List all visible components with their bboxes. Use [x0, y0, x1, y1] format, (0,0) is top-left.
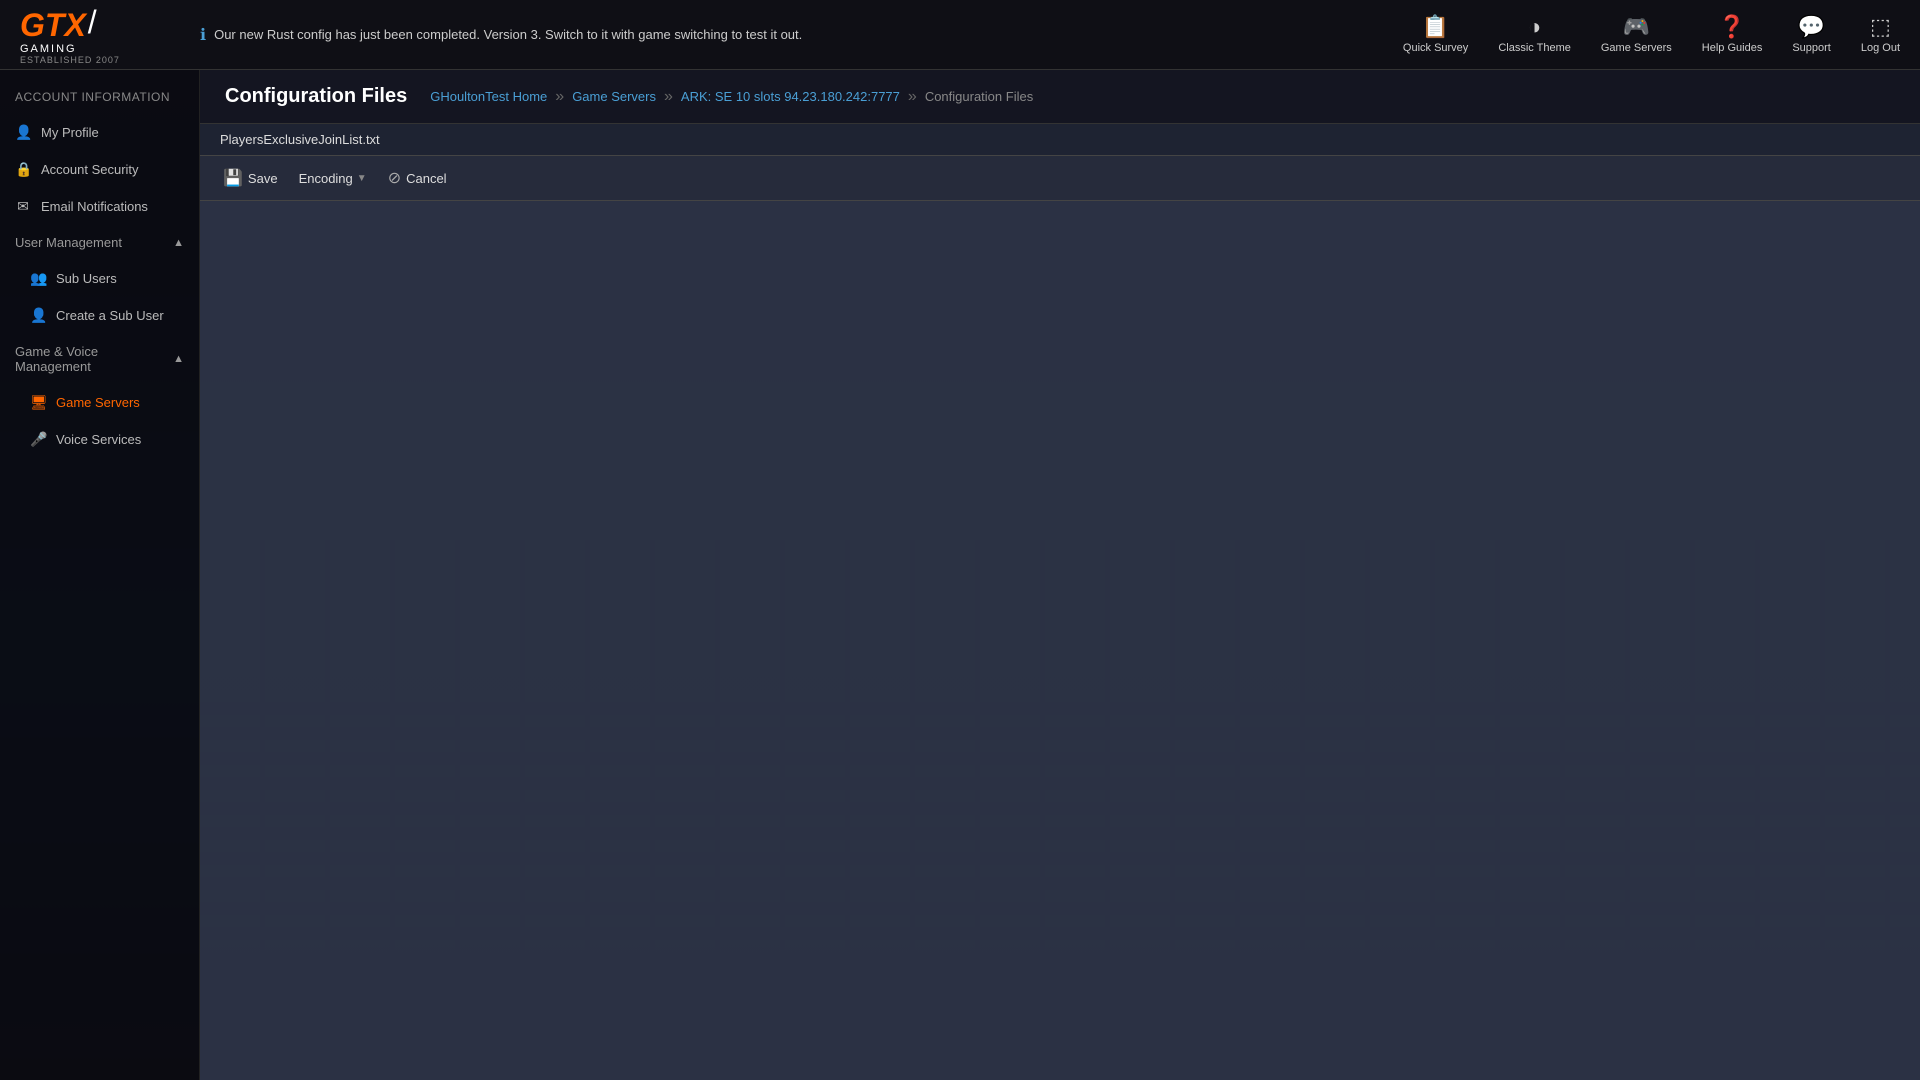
- game-servers-sidebar-label: Game Servers: [56, 395, 140, 410]
- voice-services-icon: 🎤: [30, 431, 46, 448]
- sidebar-item-sub-users[interactable]: 👥 Sub Users: [0, 260, 199, 297]
- sidebar-user-management-header[interactable]: User Management ▲: [0, 225, 199, 260]
- game-voice-label: Game & Voice Management: [15, 344, 173, 374]
- nav-quick-survey[interactable]: 📋 Quick Survey: [1403, 16, 1468, 54]
- sidebar-item-game-servers[interactable]: 🖥 Game Servers: [0, 384, 199, 421]
- cancel-button[interactable]: ⊘ Cancel: [380, 164, 455, 192]
- nav-help-guides[interactable]: ❓ Help Guides: [1702, 16, 1763, 54]
- breadcrumb-sep-3: »: [908, 88, 917, 106]
- quick-survey-label: Quick Survey: [1403, 42, 1468, 54]
- sidebar-section-account-info: Account Information: [0, 80, 199, 114]
- support-icon: 💬: [1798, 16, 1825, 38]
- breadcrumb-current: Configuration Files: [925, 89, 1033, 104]
- nav-log-out[interactable]: ⬚ Log Out: [1861, 16, 1900, 54]
- encoding-button[interactable]: Encoding ▼: [291, 167, 375, 190]
- help-guides-icon: ❓: [1718, 16, 1745, 38]
- game-servers-sidebar-icon: 🖥: [30, 394, 46, 411]
- file-tab: PlayersExclusiveJoinList.txt: [200, 124, 1920, 156]
- cancel-label: Cancel: [406, 171, 446, 186]
- account-info-label: Account Information: [15, 90, 170, 104]
- game-servers-label: Game Servers: [1601, 42, 1672, 54]
- sidebar-item-create-sub-user[interactable]: 👤 Create a Sub User: [0, 297, 199, 334]
- content-area: Configuration Files GHoultonTest Home » …: [200, 70, 1920, 1080]
- logo-slash: /: [88, 4, 97, 41]
- voice-services-label: Voice Services: [56, 432, 141, 447]
- file-toolbar: 💾 Save Encoding ▼ ⊘ Cancel: [200, 156, 1920, 201]
- main-layout: Account Information 👤 My Profile 🔒 Accou…: [0, 70, 1920, 1080]
- breadcrumb-game-servers[interactable]: Game Servers: [572, 89, 656, 104]
- notification-text: Our new Rust config has just been comple…: [214, 27, 802, 42]
- user-management-chevron: ▲: [173, 237, 184, 249]
- classic-theme-icon: ◑: [1528, 16, 1541, 38]
- logo-gtx: GTX: [20, 9, 86, 41]
- account-security-label: Account Security: [41, 162, 139, 177]
- logo[interactable]: GTX / GAMING ESTABLISHED 2007: [20, 4, 180, 65]
- create-sub-user-label: Create a Sub User: [56, 308, 164, 323]
- my-profile-icon: 👤: [15, 124, 31, 141]
- email-notifications-label: Email Notifications: [41, 199, 148, 214]
- notification-bar: ℹ Our new Rust config has just been comp…: [180, 25, 1403, 45]
- nav-support[interactable]: 💬 Support: [1792, 16, 1831, 54]
- support-label: Support: [1792, 42, 1831, 54]
- cancel-icon: ⊘: [388, 168, 401, 188]
- top-navigation: GTX / GAMING ESTABLISHED 2007 ℹ Our new …: [0, 0, 1920, 70]
- quick-survey-icon: 📋: [1422, 16, 1449, 38]
- sidebar-item-voice-services[interactable]: 🎤 Voice Services: [0, 421, 199, 458]
- save-icon: 💾: [223, 168, 243, 188]
- logo-established: ESTABLISHED 2007: [20, 55, 120, 65]
- breadcrumb-server[interactable]: ARK: SE 10 slots 94.23.180.242:7777: [681, 89, 900, 104]
- nav-classic-theme[interactable]: ◑ Classic Theme: [1498, 16, 1571, 54]
- save-label: Save: [248, 171, 278, 186]
- breadcrumb-sep-2: »: [664, 88, 673, 106]
- sub-users-icon: 👥: [30, 270, 46, 287]
- sidebar-item-my-profile[interactable]: 👤 My Profile: [0, 114, 199, 151]
- nav-icons: 📋 Quick Survey ◑ Classic Theme 🎮 Game Se…: [1403, 16, 1900, 54]
- game-voice-chevron: ▲: [173, 353, 184, 365]
- sub-users-label: Sub Users: [56, 271, 117, 286]
- sidebar-item-email-notifications[interactable]: ✉ Email Notifications: [0, 188, 199, 225]
- email-notifications-icon: ✉: [15, 198, 31, 215]
- encoding-dropdown-arrow: ▼: [357, 173, 367, 184]
- log-out-icon: ⬚: [1870, 16, 1891, 38]
- logo-gaming: GAMING: [20, 43, 77, 55]
- breadcrumb-bar: Configuration Files GHoultonTest Home » …: [200, 70, 1920, 124]
- info-icon: ℹ: [200, 25, 206, 45]
- editor-textarea[interactable]: [200, 201, 1920, 1080]
- account-security-icon: 🔒: [15, 161, 31, 178]
- page-title: Configuration Files: [225, 85, 407, 108]
- log-out-label: Log Out: [1861, 42, 1900, 54]
- help-guides-label: Help Guides: [1702, 42, 1763, 54]
- create-sub-user-icon: 👤: [30, 307, 46, 324]
- file-editor: PlayersExclusiveJoinList.txt 💾 Save Enco…: [200, 124, 1920, 1080]
- breadcrumb-sep-1: »: [555, 88, 564, 106]
- nav-game-servers[interactable]: 🎮 Game Servers: [1601, 16, 1672, 54]
- encoding-label: Encoding: [299, 171, 353, 186]
- my-profile-label: My Profile: [41, 125, 99, 140]
- sidebar-item-account-security[interactable]: 🔒 Account Security: [0, 151, 199, 188]
- sidebar-game-voice-header[interactable]: Game & Voice Management ▲: [0, 334, 199, 384]
- sidebar: Account Information 👤 My Profile 🔒 Accou…: [0, 70, 200, 1080]
- user-management-label: User Management: [15, 235, 122, 250]
- filename: PlayersExclusiveJoinList.txt: [220, 132, 380, 147]
- save-button[interactable]: 💾 Save: [215, 164, 286, 192]
- classic-theme-label: Classic Theme: [1498, 42, 1571, 54]
- breadcrumb-home[interactable]: GHoultonTest Home: [430, 89, 547, 104]
- game-servers-icon: 🎮: [1623, 16, 1650, 38]
